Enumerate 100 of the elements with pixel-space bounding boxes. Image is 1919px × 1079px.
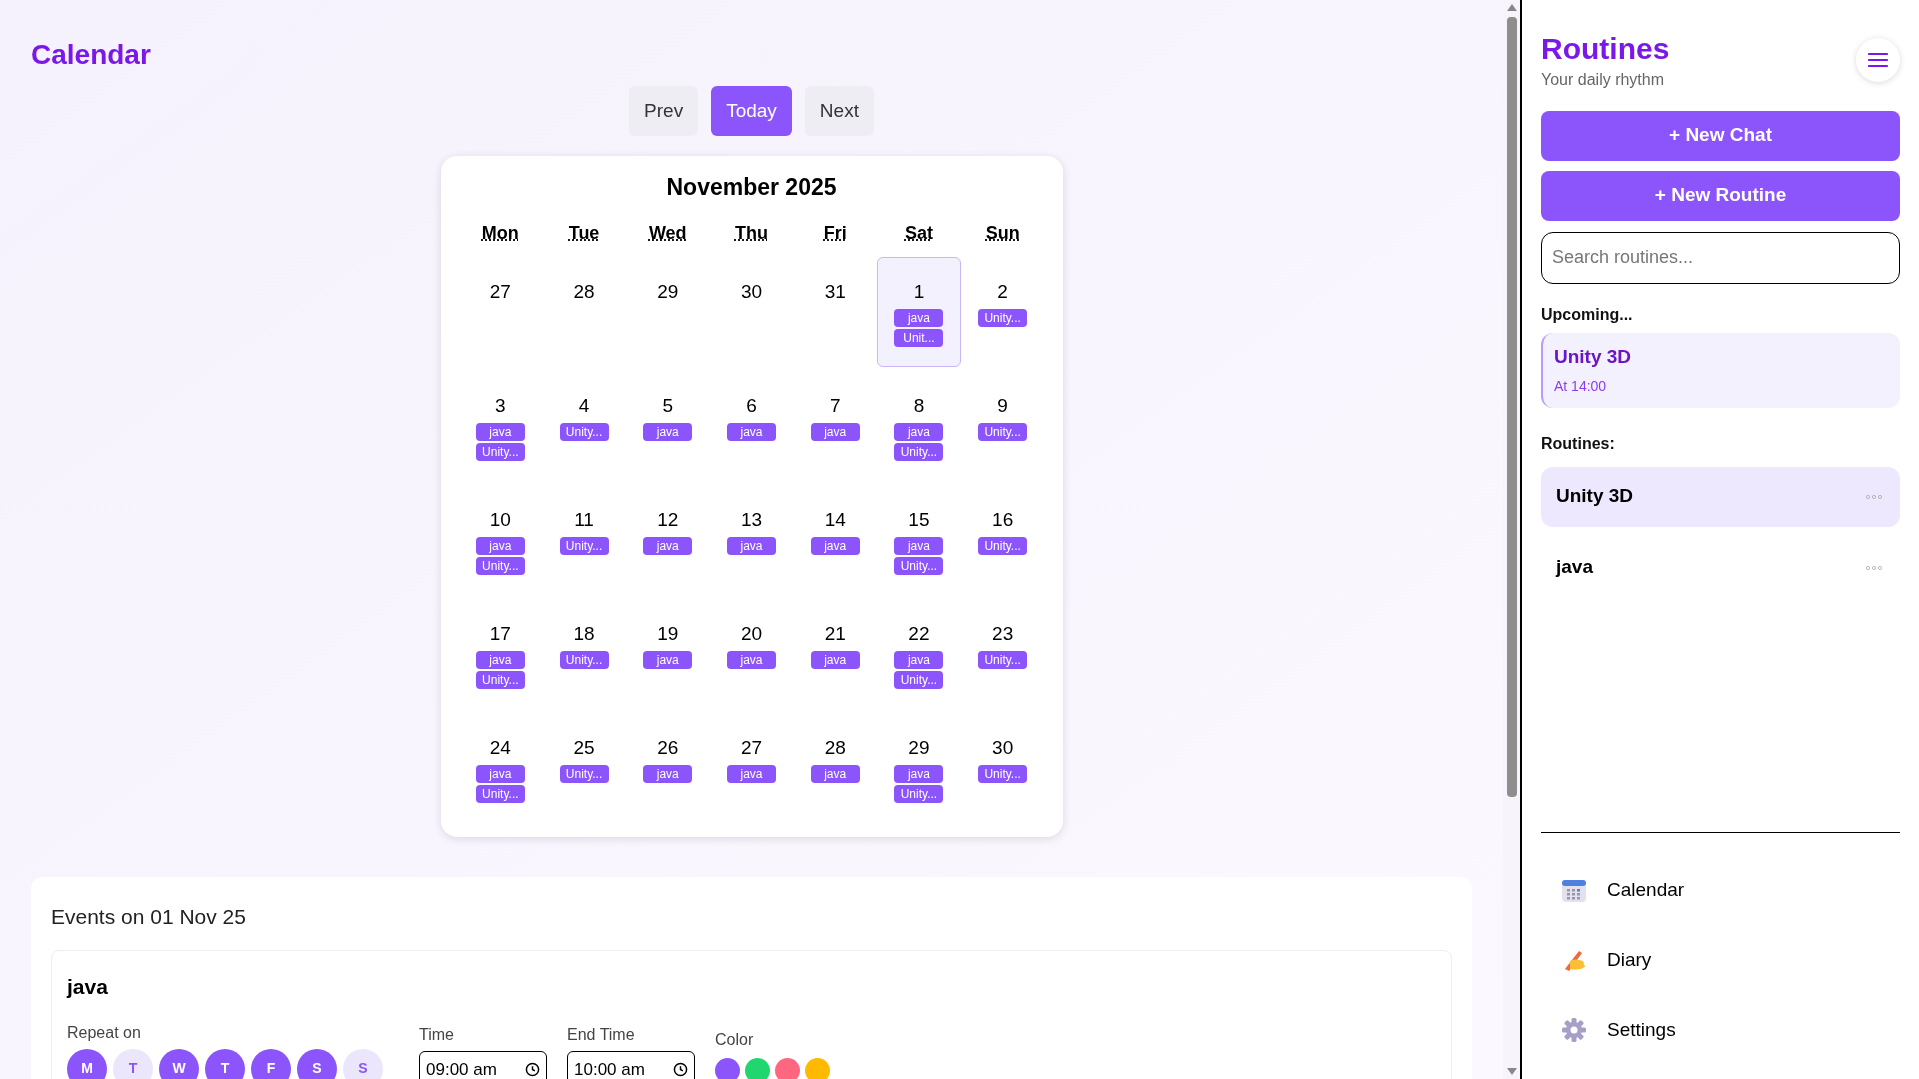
event-chip[interactable]: Unity... xyxy=(978,422,1028,441)
day-cell[interactable]: 28 xyxy=(542,256,626,367)
weekday-toggle[interactable]: S xyxy=(297,1048,337,1079)
event-chip[interactable]: Unity... xyxy=(894,442,944,461)
event-chip[interactable]: Unity... xyxy=(978,650,1028,669)
day-cell[interactable]: 17 java Unity... xyxy=(458,598,543,709)
more-icon[interactable] xyxy=(1866,494,1882,499)
day-cell[interactable]: 30 Unity... xyxy=(960,712,1045,823)
day-cell[interactable]: 24 java Unity... xyxy=(458,712,543,823)
day-cell[interactable]: 19 java xyxy=(625,598,710,709)
day-cell[interactable]: 2 Unity... xyxy=(960,256,1045,367)
event-chip[interactable]: Unit... xyxy=(894,328,944,347)
event-chip[interactable]: Unity... xyxy=(978,764,1028,783)
event-chip[interactable]: Unity... xyxy=(559,536,609,555)
event-chip[interactable]: java xyxy=(475,536,525,555)
weekday-toggle[interactable]: T xyxy=(113,1048,153,1079)
day-cell[interactable]: 9 Unity... xyxy=(960,370,1045,481)
end-time-field[interactable]: 10:00 am xyxy=(567,1050,695,1079)
day-cell[interactable]: 13 java xyxy=(709,484,794,595)
event-chip[interactable]: java xyxy=(475,650,525,669)
day-cell[interactable]: 10 java Unity... xyxy=(458,484,543,595)
event-chip[interactable]: java xyxy=(894,422,944,441)
event-chip[interactable]: Unity... xyxy=(559,764,609,783)
event-chip[interactable]: java xyxy=(727,764,776,783)
routine-item[interactable]: Unity 3D xyxy=(1541,466,1900,527)
day-cell[interactable]: 5 java xyxy=(625,370,710,481)
weekday-toggle[interactable]: S xyxy=(343,1048,383,1079)
weekday-toggle[interactable]: W xyxy=(159,1048,199,1079)
day-cell[interactable]: 31 xyxy=(793,256,878,367)
event-chip[interactable]: java xyxy=(894,650,944,669)
event-chip[interactable]: java xyxy=(643,536,693,555)
sidebar-nav-item[interactable]: Calendar xyxy=(1541,855,1900,925)
day-cell[interactable]: 20 java xyxy=(709,598,794,709)
upcoming-card[interactable]: Unity 3D At 14:00 xyxy=(1541,332,1900,408)
day-cell[interactable]: 27 java xyxy=(709,712,794,823)
event-chip[interactable]: Unity... xyxy=(475,442,525,461)
weekday-toggle[interactable]: F xyxy=(251,1048,291,1079)
event-chip[interactable]: java xyxy=(727,650,776,669)
event-chip[interactable]: Unity... xyxy=(559,650,609,669)
day-cell[interactable]: 6 java xyxy=(709,370,794,481)
primary-button[interactable]: + New Routine xyxy=(1541,170,1900,221)
event-chip[interactable]: java xyxy=(894,308,944,327)
day-cell[interactable]: 23 Unity... xyxy=(960,598,1045,709)
search-field[interactable]: Search routines... xyxy=(1541,231,1900,284)
event-chip[interactable]: Unity... xyxy=(475,556,525,575)
event-chip[interactable]: java xyxy=(810,422,860,441)
day-cell[interactable]: 1 java Unit... xyxy=(877,256,961,367)
day-cell[interactable]: 7 java xyxy=(793,370,878,481)
day-cell[interactable]: 16 Unity... xyxy=(960,484,1045,595)
day-cell[interactable]: 29 java Unity... xyxy=(877,712,961,823)
sidebar-nav-item[interactable]: Settings xyxy=(1541,995,1900,1065)
day-cell[interactable]: 8 java Unity... xyxy=(877,370,961,481)
day-cell[interactable]: 18 Unity... xyxy=(542,598,626,709)
event-chip[interactable]: Unity... xyxy=(978,308,1028,327)
day-cell[interactable]: 12 java xyxy=(625,484,710,595)
event-chip[interactable]: Unity... xyxy=(559,422,609,441)
event-chip[interactable]: java xyxy=(475,422,525,441)
day-cell[interactable]: 15 java Unity... xyxy=(877,484,961,595)
day-cell[interactable]: 30 xyxy=(709,256,794,367)
event-chip[interactable]: java xyxy=(475,764,525,783)
color-swatch[interactable] xyxy=(745,1057,770,1079)
nav-button[interactable]: Next xyxy=(804,86,874,136)
scrollbar[interactable] xyxy=(1503,0,1520,1079)
day-cell[interactable]: 27 xyxy=(458,256,543,367)
nav-button[interactable]: Today xyxy=(711,86,792,136)
event-chip[interactable]: Unity... xyxy=(894,556,944,575)
weekday-toggle[interactable]: M xyxy=(67,1048,107,1079)
primary-button[interactable]: + New Chat xyxy=(1541,110,1900,161)
day-cell[interactable]: 26 java xyxy=(625,712,710,823)
event-chip[interactable]: Unity... xyxy=(978,536,1028,555)
event-chip[interactable]: java xyxy=(727,422,776,441)
event-chip[interactable]: java xyxy=(810,536,860,555)
day-cell[interactable]: 4 Unity... xyxy=(542,370,626,481)
nav-button[interactable]: Prev xyxy=(629,86,699,136)
day-cell[interactable]: 25 Unity... xyxy=(542,712,626,823)
weekday-toggle[interactable]: T xyxy=(205,1048,245,1079)
event-chip[interactable]: Unity... xyxy=(475,784,525,803)
event-chip[interactable]: java xyxy=(643,764,693,783)
day-cell[interactable]: 14 java xyxy=(793,484,878,595)
event-chip[interactable]: java xyxy=(810,650,860,669)
event-chip[interactable]: java xyxy=(810,764,860,783)
event-chip[interactable]: Unity... xyxy=(894,784,944,803)
color-swatch[interactable] xyxy=(805,1057,830,1079)
event-chip[interactable]: java xyxy=(894,764,944,783)
day-cell[interactable]: 3 java Unity... xyxy=(458,370,543,481)
menu-button[interactable] xyxy=(1856,38,1900,82)
day-cell[interactable]: 11 Unity... xyxy=(542,484,626,595)
sidebar-nav-item[interactable]: Diary xyxy=(1541,925,1900,995)
event-chip[interactable]: java xyxy=(643,422,693,441)
event-chip[interactable]: java xyxy=(727,536,776,555)
day-cell[interactable]: 28 java xyxy=(793,712,878,823)
color-swatch[interactable] xyxy=(715,1057,740,1079)
day-cell[interactable]: 21 java xyxy=(793,598,878,709)
day-cell[interactable]: 29 xyxy=(625,256,710,367)
more-icon[interactable] xyxy=(1866,565,1882,570)
event-chip[interactable]: Unity... xyxy=(894,670,944,689)
event-chip[interactable]: java xyxy=(894,536,944,555)
day-cell[interactable]: 22 java Unity... xyxy=(877,598,961,709)
event-chip[interactable]: Unity... xyxy=(475,670,525,689)
color-swatch[interactable] xyxy=(775,1057,800,1079)
